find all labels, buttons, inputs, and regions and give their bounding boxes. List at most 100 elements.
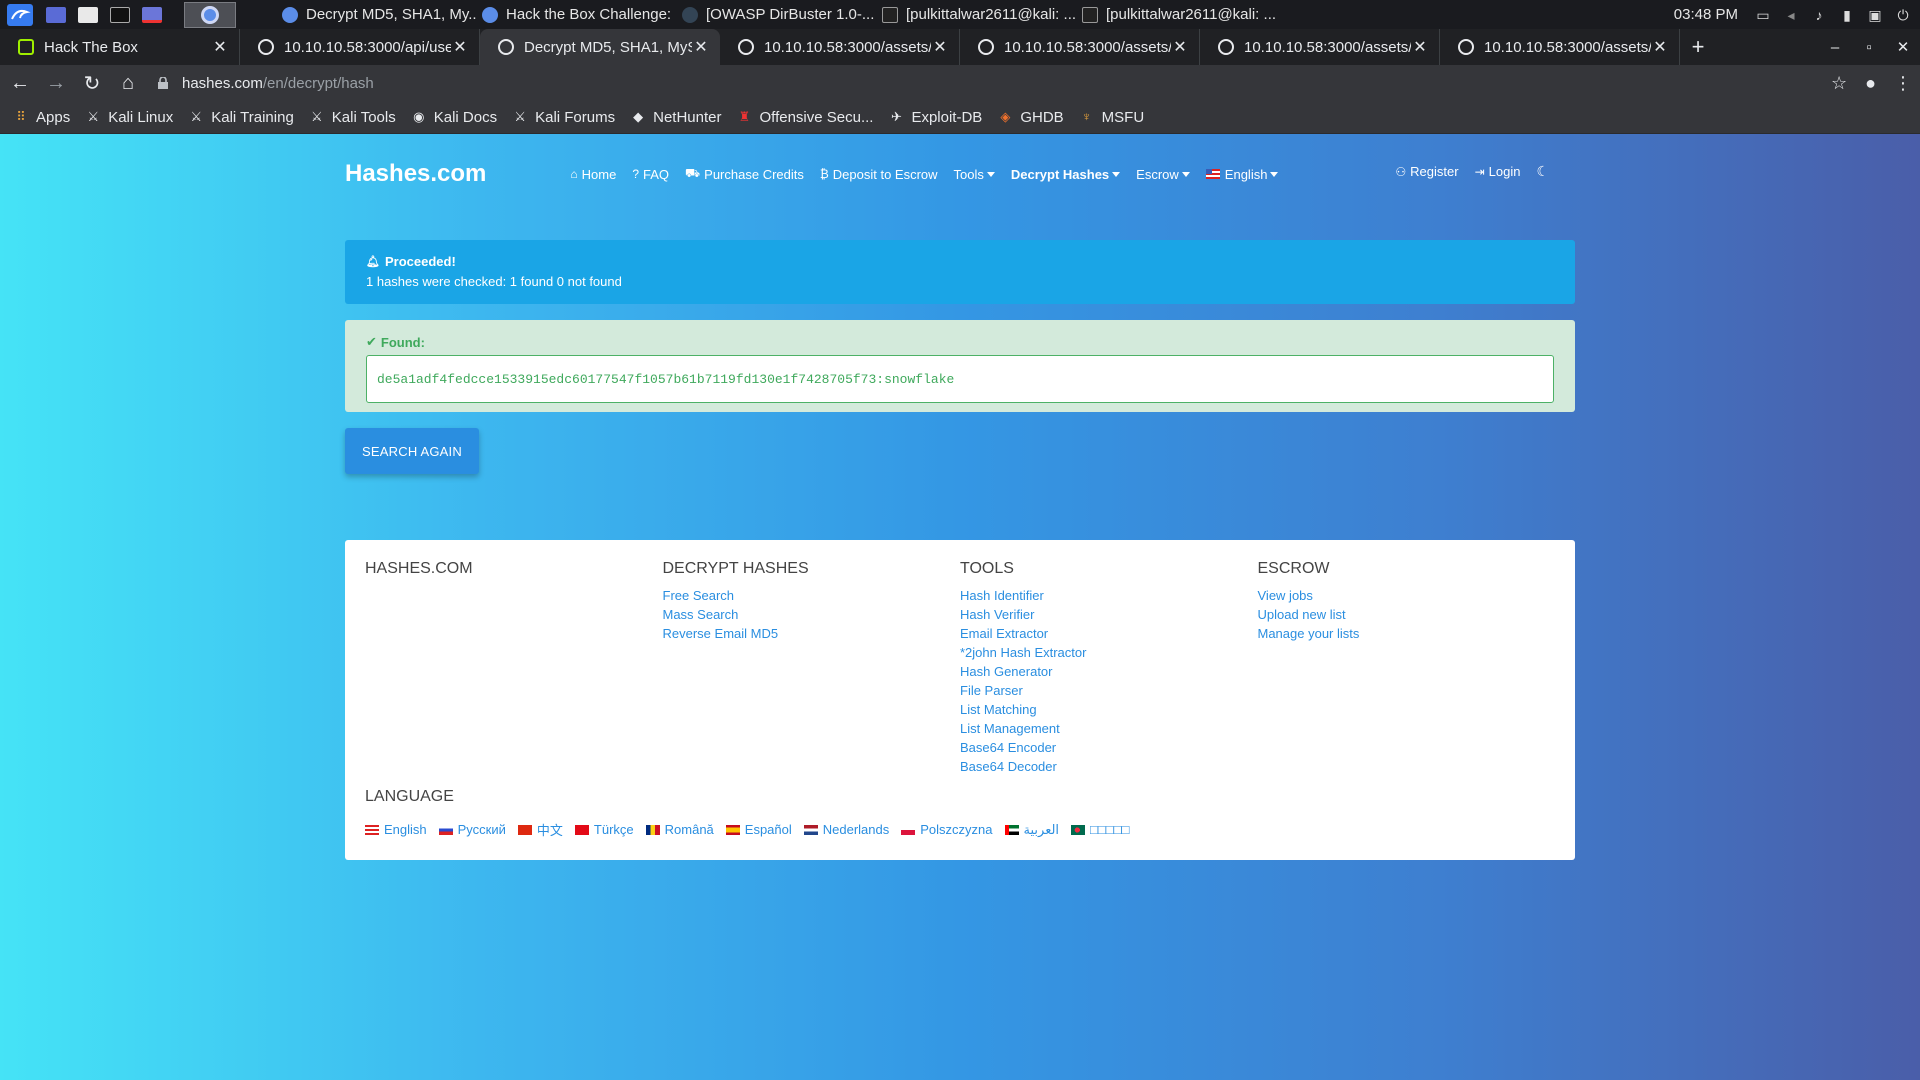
nav-decrypt-dropdown[interactable]: Decrypt Hashes: [1011, 167, 1121, 182]
close-window-icon[interactable]: ✕: [1886, 38, 1920, 56]
tab-title: 10.10.10.58:3000/assets/js: [1004, 38, 1171, 56]
bookmark-item[interactable]: ◆ NetHunter: [631, 109, 721, 126]
site-logo[interactable]: Hashes.com: [345, 160, 486, 188]
nav-deposit-escrow[interactable]: ₿ Deposit to Escrow: [820, 167, 938, 182]
footer-link[interactable]: Email Extractor: [960, 624, 1258, 643]
tab-close-icon[interactable]: ✕: [451, 37, 469, 57]
bookmark-item[interactable]: ⚔ Kali Linux: [86, 109, 173, 126]
bookmark-star-icon[interactable]: ☆: [1831, 73, 1847, 94]
footer-link[interactable]: View jobs: [1258, 586, 1556, 605]
nav-tools-dropdown[interactable]: Tools: [954, 167, 995, 182]
language-link[interactable]: English: [365, 822, 427, 837]
chromium-launcher[interactable]: [184, 1, 236, 28]
tab-close-icon[interactable]: ✕: [931, 37, 949, 57]
nav-escrow-dropdown[interactable]: Escrow: [1136, 167, 1190, 182]
taskbar-window-item[interactable]: [pulkittalwar2611@kali: ...: [876, 0, 1076, 29]
footer-link[interactable]: Upload new list: [1258, 605, 1556, 624]
bookmark-item[interactable]: ◉ Kali Docs: [412, 109, 497, 126]
back-button[interactable]: ←: [4, 67, 36, 99]
tab-active[interactable]: Decrypt MD5, SHA1, MySQL✕: [480, 29, 720, 65]
nav-faq[interactable]: ? FAQ: [632, 167, 669, 182]
browser-tab[interactable]: 10.10.10.58:3000/api/users ✕: [240, 29, 480, 65]
bookmark-item[interactable]: ♆ MSFU: [1080, 109, 1144, 126]
search-again-button[interactable]: SEARCH AGAIN: [345, 428, 479, 474]
footer-link[interactable]: List Matching: [960, 700, 1258, 719]
notification-bell-icon[interactable]: ♪: [1812, 8, 1826, 22]
home-button[interactable]: ⌂: [112, 67, 144, 99]
footer-link[interactable]: Hash Generator: [960, 662, 1258, 681]
browser-tab[interactable]: 10.10.10.58:3000/assets/js ✕: [720, 29, 960, 65]
browser-tab[interactable]: 10.10.10.58:3000/assets/js ✕: [1440, 29, 1680, 65]
url-path: /en/decrypt/hash: [262, 74, 374, 92]
taskbar-window-item[interactable]: [pulkittalwar2611@kali: ...: [1076, 0, 1276, 29]
terminal-launcher-icon[interactable]: [110, 6, 130, 23]
language-link[interactable]: Русский: [438, 822, 506, 837]
browser-tab[interactable]: Hack The Box ✕: [0, 29, 240, 65]
footer-link[interactable]: File Parser: [960, 681, 1258, 700]
nav-purchase-credits[interactable]: ⛟ Purchase Credits: [685, 166, 804, 182]
language-link[interactable]: Español: [725, 822, 792, 837]
browser-tab[interactable]: 10.10.10.58:3000/assets/js ✕: [960, 29, 1200, 65]
language-link[interactable]: Polszczyzna: [901, 822, 993, 837]
taskbar-window-item[interactable]: [OWASP DirBuster 1.0-...: [676, 0, 876, 29]
volume-icon[interactable]: ◂: [1784, 8, 1798, 22]
tab-close-icon[interactable]: ✕: [692, 37, 710, 57]
address-bar[interactable]: hashes.com/en/decrypt/hash: [158, 75, 374, 92]
language-link[interactable]: Nederlands: [803, 822, 889, 837]
bookmark-item[interactable]: ◈ GHDB: [998, 109, 1063, 126]
file-manager-icon[interactable]: [78, 6, 98, 23]
language-link[interactable]: 中文: [517, 820, 563, 839]
footer-link[interactable]: Free Search: [663, 586, 961, 605]
language-link[interactable]: □□□□□: [1071, 822, 1129, 837]
bookmark-item[interactable]: ⚔ Kali Forums: [513, 109, 615, 126]
nav-register[interactable]: ⚇ Register: [1395, 164, 1458, 179]
language-link[interactable]: Română: [645, 822, 714, 837]
desktop-icon[interactable]: [46, 6, 66, 23]
apps-grid-icon: ⠿: [16, 109, 26, 124]
kali-menu-button[interactable]: [0, 0, 40, 29]
taskbar-window-item[interactable]: Decrypt MD5, SHA1, My...: [276, 0, 476, 29]
footer-link[interactable]: Mass Search: [663, 605, 961, 624]
maximize-icon[interactable]: ▫: [1852, 39, 1886, 56]
found-hash-result[interactable]: de5a1adf4fedcce1533915edc60177547f1057b6…: [366, 355, 1554, 403]
menu-kebab-icon[interactable]: ⋮: [1894, 73, 1912, 94]
tab-close-icon[interactable]: ✕: [1651, 37, 1669, 57]
footer-link[interactable]: Base64 Decoder: [960, 757, 1258, 776]
tab-close-icon[interactable]: ✕: [211, 37, 229, 57]
dark-mode-toggle[interactable]: ☾: [1536, 163, 1549, 180]
footer-link[interactable]: Reverse Email MD5: [663, 624, 961, 643]
bookmark-item[interactable]: ⠿ Apps: [14, 109, 70, 126]
tab-close-icon[interactable]: ✕: [1171, 37, 1189, 57]
footer-link[interactable]: Hash Identifier: [960, 586, 1258, 605]
footer-link[interactable]: List Management: [960, 719, 1258, 738]
language-link[interactable]: العربية: [1004, 822, 1059, 838]
taskbar-window-label: [pulkittalwar2611@kali: ...: [1106, 6, 1276, 23]
forward-button[interactable]: →: [40, 67, 72, 99]
taskbar-window-item[interactable]: Hack the Box Challenge: ...: [476, 0, 676, 29]
display-icon[interactable]: ▭: [1756, 8, 1770, 22]
nav-language-dropdown[interactable]: English: [1205, 167, 1279, 182]
profile-avatar-icon[interactable]: ●: [1865, 73, 1876, 94]
reload-button[interactable]: ↻: [76, 67, 108, 99]
footer-link[interactable]: Base64 Encoder: [960, 738, 1258, 757]
bookmark-item[interactable]: ✈ Exploit-DB: [889, 109, 982, 126]
globe-icon: ◉: [413, 109, 425, 124]
lock-icon[interactable]: ▣: [1868, 8, 1882, 22]
minimize-icon[interactable]: –: [1818, 39, 1852, 56]
footer-link[interactable]: *2john Hash Extractor: [960, 643, 1258, 662]
power-icon[interactable]: ⏻: [1896, 8, 1910, 22]
tab-close-icon[interactable]: ✕: [1411, 37, 1429, 57]
nav-login[interactable]: ⇥ Login: [1475, 164, 1521, 179]
media-launcher-icon[interactable]: [142, 6, 162, 23]
footer-link[interactable]: Manage your lists: [1258, 624, 1556, 643]
footer-link[interactable]: Hash Verifier: [960, 605, 1258, 624]
bookmark-item[interactable]: ⚔ Kali Tools: [310, 109, 396, 126]
nav-home[interactable]: ⌂ Home: [570, 167, 616, 182]
browser-tabstrip: Hack The Box ✕ 10.10.10.58:3000/api/users ✕…: [0, 29, 1920, 65]
battery-icon[interactable]: ▮: [1840, 8, 1854, 22]
bookmark-item[interactable]: ⚔ Kali Training: [189, 109, 293, 126]
new-tab-button[interactable]: +: [1680, 29, 1716, 65]
language-link[interactable]: Türkçe: [574, 822, 634, 837]
browser-tab[interactable]: 10.10.10.58:3000/assets/js ✕: [1200, 29, 1440, 65]
bookmark-item[interactable]: ♜ Offensive Secu...: [738, 109, 874, 126]
